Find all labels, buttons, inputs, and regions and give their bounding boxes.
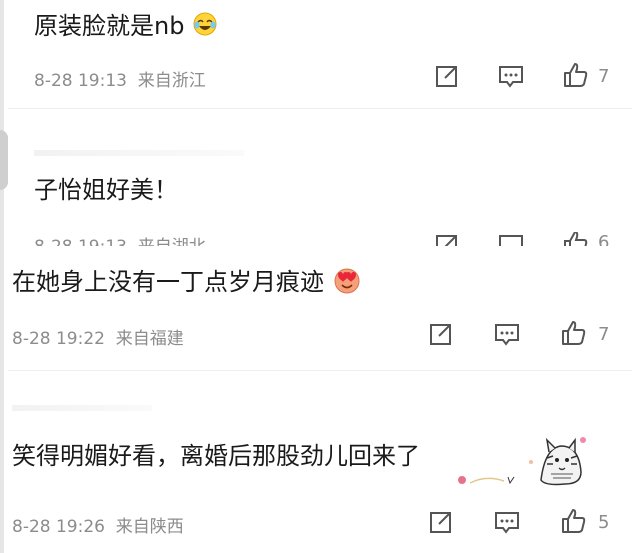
comment-date: 8-28 19:22 <box>12 329 105 349</box>
comment-location: 来自湖北 <box>138 237 206 246</box>
comment-icon[interactable] <box>494 321 520 347</box>
comment-4-meta: 8-28 19:26 来自陕西 <box>12 512 184 537</box>
comment-2-meta: 8-28 19:13 来自湖北 <box>34 232 206 246</box>
divider <box>8 370 632 371</box>
comment-4-text: 笑得明媚好看，离婚后那股劲儿回来了 <box>12 442 420 470</box>
cat-sticker <box>525 432 589 488</box>
divider <box>8 108 632 109</box>
comment-date: 8-28 19:13 <box>34 237 127 246</box>
like-count: 5 <box>598 512 610 533</box>
like-icon[interactable] <box>560 508 586 534</box>
left-edge-border <box>0 0 4 553</box>
like-count: 6 <box>598 232 610 246</box>
username-partial <box>34 150 244 156</box>
comment-location: 来自福建 <box>115 329 184 349</box>
laugh-cry-emoji <box>192 11 218 43</box>
share-icon[interactable] <box>428 321 454 347</box>
comment-1-text: 原装脸就是nb <box>34 6 218 43</box>
comment-1-meta: 8-28 19:13 来自浙江 <box>34 66 206 91</box>
comment-3-text: 在她身上没有一丁点岁月痕迹 <box>12 262 362 301</box>
like-count: 7 <box>598 66 610 87</box>
comment-date: 8-28 19:13 <box>34 71 127 91</box>
heart-eyes-emoji <box>332 265 362 301</box>
comment-icon[interactable] <box>498 232 524 246</box>
comment-date: 8-28 19:26 <box>12 517 105 537</box>
comment-3-meta: 8-28 19:22 来自福建 <box>12 324 184 349</box>
like-icon[interactable] <box>560 320 586 346</box>
comment-2-meta-row: 8-28 19:13 来自湖北 6 <box>0 232 640 246</box>
share-icon[interactable] <box>434 232 460 246</box>
like-icon[interactable] <box>562 232 588 246</box>
share-icon[interactable] <box>434 63 460 89</box>
comment-location: 来自陕西 <box>115 517 184 537</box>
sticker-sparkles <box>456 472 526 486</box>
like-count: 7 <box>598 324 610 345</box>
comment-location: 来自浙江 <box>137 71 206 91</box>
username-partial <box>12 405 152 411</box>
comment-icon[interactable] <box>494 509 520 535</box>
avatar <box>0 130 8 190</box>
share-icon[interactable] <box>428 509 454 535</box>
comment-icon[interactable] <box>498 63 524 89</box>
comment-2-text: 子怡姐好美！ <box>34 176 178 204</box>
like-icon[interactable] <box>562 62 588 88</box>
